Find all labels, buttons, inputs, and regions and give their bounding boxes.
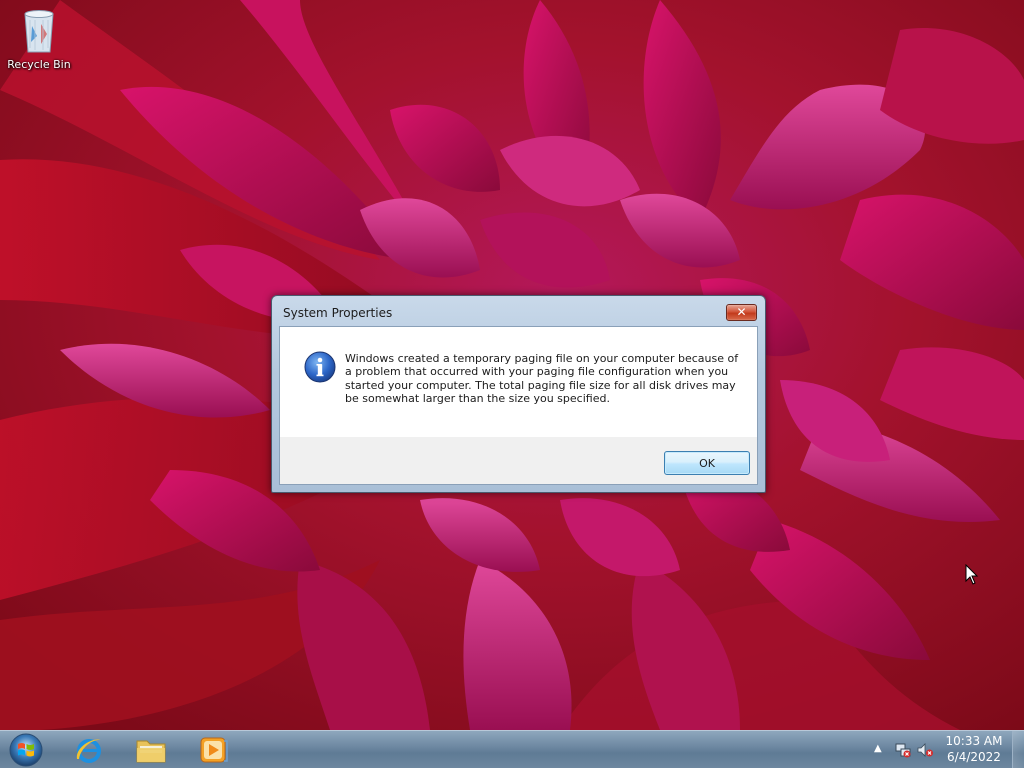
windows-start-icon[interactable] xyxy=(5,731,47,768)
dialog-content: Windows created a temporary paging file … xyxy=(280,327,757,437)
taskbar-clock[interactable]: 10:33 AM 6/4/2022 xyxy=(942,734,1006,765)
show-desktop-button[interactable] xyxy=(1012,731,1024,768)
ok-button[interactable]: OK xyxy=(664,451,750,475)
system-properties-dialog: System Properties ✕ Windows created a te… xyxy=(271,295,766,493)
info-icon xyxy=(304,351,336,383)
taskbar-item-windows-explorer[interactable] xyxy=(126,733,176,767)
taskbar-item-internet-explorer[interactable] xyxy=(64,733,114,767)
dialog-message: Windows created a temporary paging file … xyxy=(345,352,739,405)
media-player-icon xyxy=(200,737,228,763)
folder-icon xyxy=(136,740,166,763)
volume-muted-icon[interactable] xyxy=(916,741,934,759)
mouse-cursor-icon xyxy=(965,564,979,585)
system-tray: ▲ 10:33 AM 6/4/2022 xyxy=(864,731,1024,768)
taskbar-item-media-player[interactable] xyxy=(188,733,238,767)
desktop-icon-label: Recycle Bin xyxy=(7,58,71,71)
dialog-titlebar[interactable]: System Properties ✕ xyxy=(272,296,765,326)
taskbar: ▲ 10:33 AM 6/4/2022 xyxy=(0,730,1024,768)
dialog-body: Windows created a temporary paging file … xyxy=(279,326,758,485)
recycle-bin-icon xyxy=(24,10,54,53)
desktop-icon-recycle-bin[interactable]: Recycle Bin xyxy=(4,4,74,71)
clock-date: 6/4/2022 xyxy=(947,750,1001,764)
close-button[interactable]: ✕ xyxy=(726,304,757,321)
show-hidden-icons-button[interactable]: ▲ xyxy=(874,743,882,754)
clock-time: 10:33 AM xyxy=(945,734,1003,748)
internet-explorer-icon xyxy=(76,739,101,763)
network-icon[interactable] xyxy=(894,741,912,759)
dialog-title: System Properties xyxy=(283,306,393,320)
